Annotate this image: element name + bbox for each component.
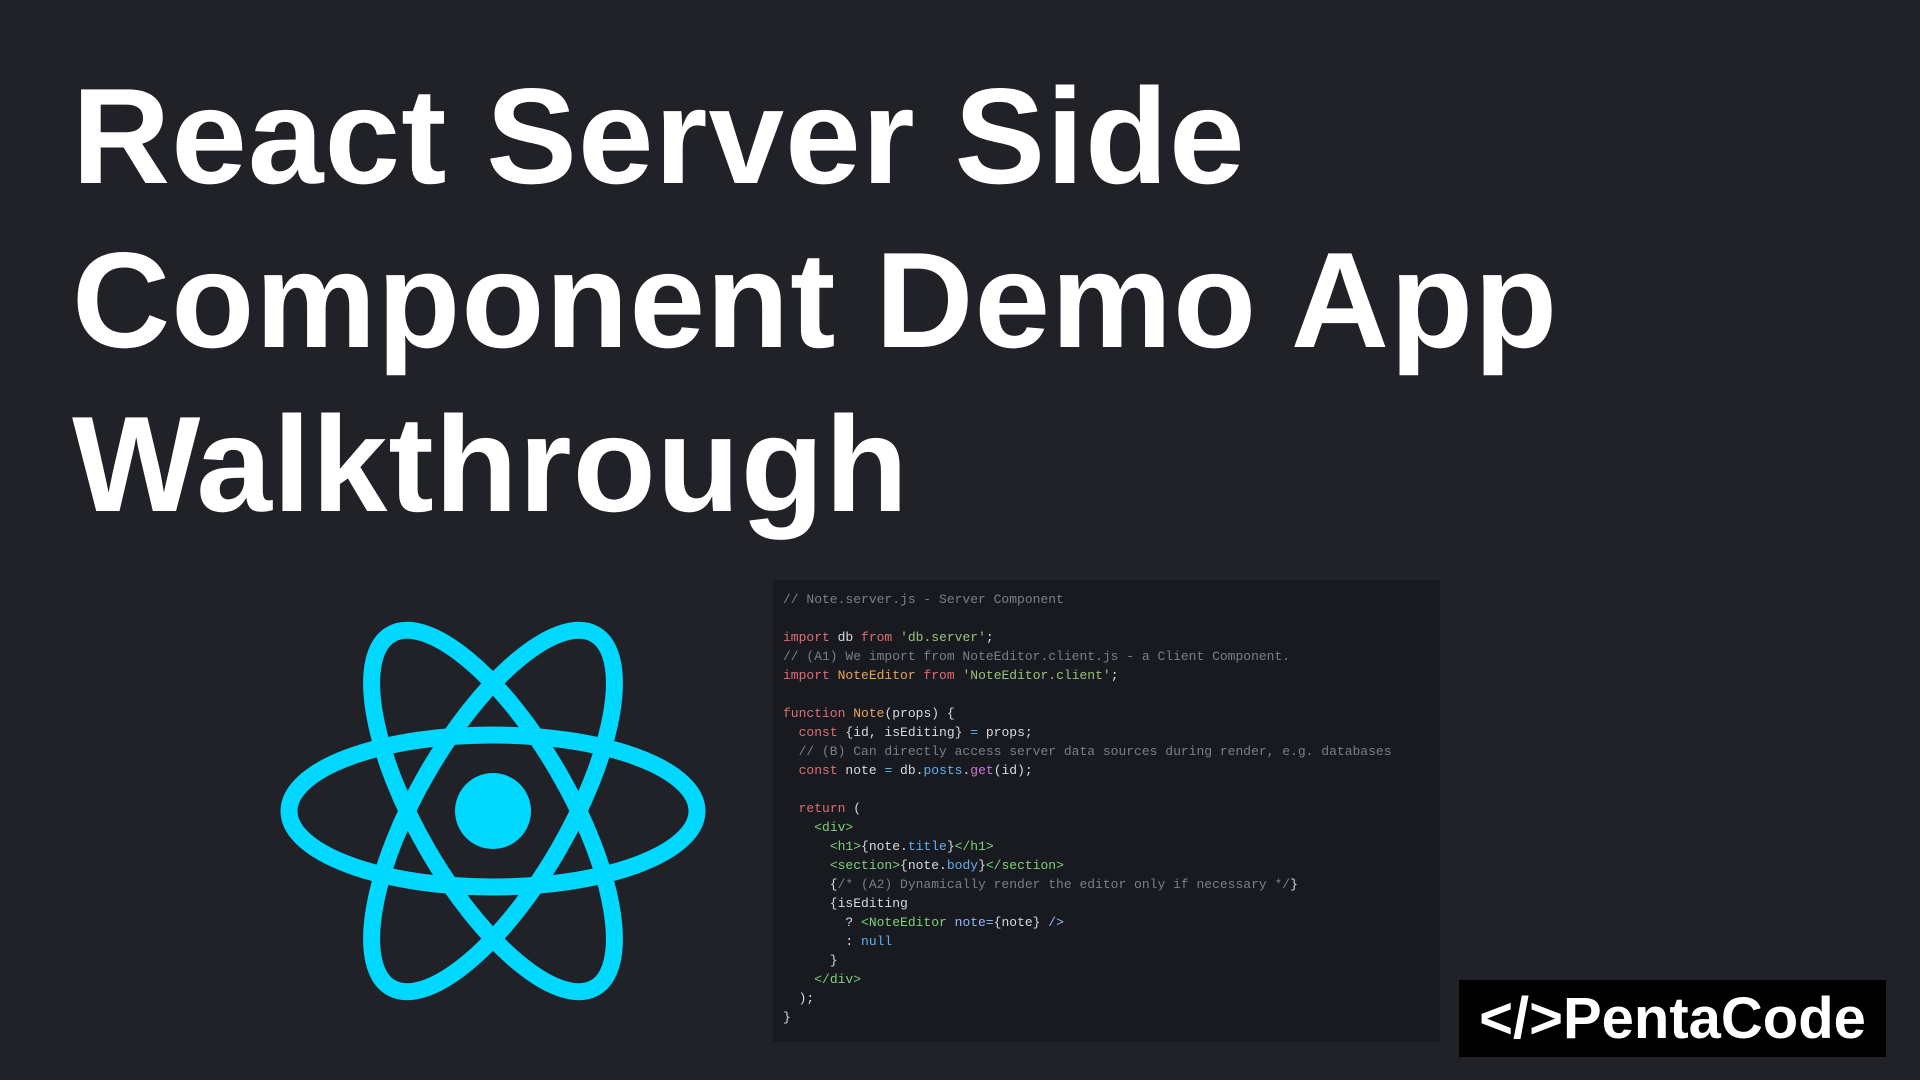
code-token: null — [861, 934, 893, 949]
code-line: {isEditing — [783, 894, 1430, 913]
code-token: NoteEditor — [837, 668, 916, 683]
code-token: import — [783, 630, 830, 645]
code-token: {note. — [900, 858, 947, 873]
code-token: const — [798, 763, 838, 778]
code-token: Note — [853, 706, 885, 721]
code-token: } — [978, 858, 986, 873]
code-token: db — [829, 630, 862, 645]
code-line: const note = db.posts.get(id); — [783, 761, 1430, 780]
code-line: } — [783, 1008, 1430, 1027]
code-token: import — [783, 668, 830, 683]
code-token: {id, isEditing} — [837, 725, 971, 740]
code-token: // (B) Can directly access server data s… — [783, 744, 1392, 759]
code-token: </h1> — [954, 839, 994, 854]
code-token: = — [970, 725, 979, 740]
code-token: 'db.server' — [900, 630, 986, 645]
code-line: return ( — [783, 799, 1430, 818]
code-token: </div> — [814, 972, 862, 987]
code-token: note — [837, 763, 885, 778]
code-line: ? <NoteEditor note={note} /> — [783, 913, 1430, 932]
code-line: const {id, isEditing} = props; — [783, 723, 1430, 742]
code-line: </div> — [783, 970, 1430, 989]
code-token: (props) { — [884, 706, 955, 721]
code-token: posts — [923, 763, 963, 778]
code-token: <NoteEditor — [861, 915, 947, 930]
code-token: title — [907, 839, 947, 854]
code-token: {note. — [861, 839, 908, 854]
code-token: const — [798, 725, 838, 740]
code-token: { — [783, 877, 838, 892]
code-line: {/* (A2) Dynamically render the editor o… — [783, 875, 1430, 894]
code-token: } — [783, 953, 838, 968]
react-atom-icon — [280, 621, 706, 1001]
code-token: 'NoteEditor.client' — [962, 668, 1111, 683]
code-line: : null — [783, 932, 1430, 951]
code-token: from — [923, 668, 955, 683]
code-token: <h1> — [829, 839, 862, 854]
code-token: {isEditing — [783, 896, 908, 911]
code-token: function — [783, 706, 846, 721]
code-line: ); — [783, 989, 1430, 1008]
code-line: <section>{note.body}</section> — [783, 856, 1430, 875]
thumbnail-canvas: React Server Side Component Demo App Wal… — [0, 0, 1920, 1080]
code-token: } — [1290, 877, 1298, 892]
code-token: {note} — [993, 915, 1041, 930]
code-token: ( — [845, 801, 862, 816]
code-token: get — [970, 763, 994, 778]
code-token: } — [946, 839, 955, 854]
brand-badge: </>PentaCode — [1459, 980, 1886, 1057]
code-token: // (A1) We import from NoteEditor.client… — [783, 649, 1291, 664]
code-token: ; — [1110, 668, 1119, 683]
code-token: /* (A2) Dynamically render the editor on… — [837, 877, 1291, 892]
code-token: } — [783, 1010, 791, 1025]
code-line: // (A1) We import from NoteEditor.client… — [783, 647, 1430, 666]
code-token: db. — [892, 763, 924, 778]
code-line: function Note(props) { — [783, 704, 1430, 723]
brand-name: </>PentaCode — [1479, 986, 1866, 1051]
code-line: <div> — [783, 818, 1430, 837]
code-line: // (B) Can directly access server data s… — [783, 742, 1430, 761]
code-token: ); — [783, 991, 815, 1006]
code-line: import db from 'db.server'; — [783, 628, 1430, 647]
code-token: <section> — [829, 858, 901, 873]
code-token: from — [861, 630, 893, 645]
code-line: <h1>{note.title}</h1> — [783, 837, 1430, 856]
code-line: } — [783, 951, 1430, 970]
code-token: props; — [978, 725, 1033, 740]
page-title: React Server Side Component Demo App Wal… — [72, 54, 1558, 546]
code-token: note= — [954, 915, 994, 930]
code-token: ; — [985, 630, 994, 645]
code-line: import NoteEditor from 'NoteEditor.clien… — [783, 666, 1430, 685]
title-line-2: Component Demo App — [72, 224, 1559, 376]
code-token: // Note.server.js - Server Component — [783, 592, 1064, 607]
title-line-1: React Server Side — [72, 60, 1246, 212]
code-token: : — [783, 934, 862, 949]
code-token: return — [798, 801, 846, 816]
code-token: ? — [783, 915, 862, 930]
code-token: </section> — [985, 858, 1064, 873]
react-nucleus — [455, 773, 531, 849]
code-token: body — [946, 858, 979, 873]
code-line: // Note.server.js - Server Component — [783, 590, 1430, 609]
title-line-3: Walkthrough — [72, 388, 909, 540]
code-snippet-panel: // Note.server.js - Server Component imp… — [773, 580, 1440, 1042]
code-token: <div> — [814, 820, 854, 835]
code-token: (id); — [993, 763, 1033, 778]
code-token: /> — [1040, 915, 1064, 930]
